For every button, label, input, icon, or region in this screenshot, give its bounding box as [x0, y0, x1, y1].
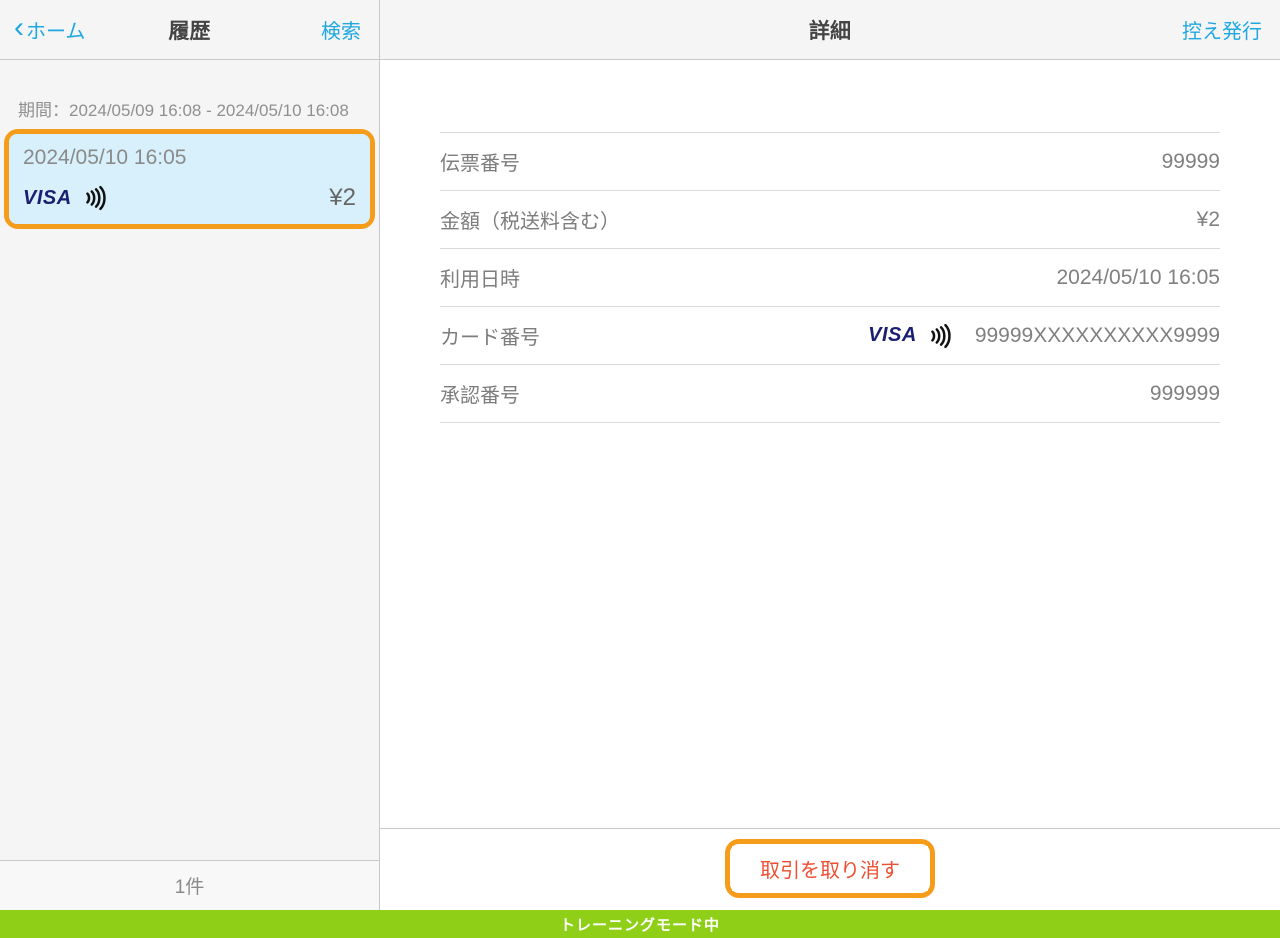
history-footer: 1件: [0, 860, 379, 910]
detail-row-label: 利用日時: [440, 263, 520, 292]
visa-logo-icon: VISA: [23, 187, 72, 210]
detail-row-value: 2024/05/10 16:05: [1057, 266, 1221, 290]
detail-row-value: VISA 99999XXXXXXXXXX9999: [868, 323, 1220, 349]
detail-row-value-text: 2024/05/10 16:05: [1057, 266, 1221, 290]
detail-row-value-text: 99999XXXXXXXXXX9999: [975, 324, 1220, 348]
detail-body: 伝票番号 99999 金額（税送料含む） ¥2 利用日時 2024/05/10 16:05…: [380, 60, 1280, 828]
transaction-item-highlight: 2024/05/10 16:05 VISA ¥2: [4, 129, 375, 229]
detail-row-label: カード番号: [440, 321, 540, 350]
search-label: 検索: [321, 15, 361, 44]
contactless-icon: [927, 323, 953, 349]
back-home-label: ホーム: [26, 15, 85, 44]
detail-row-value: 999999: [1150, 382, 1220, 406]
training-mode-banner: トレーニングモード中: [0, 910, 1280, 938]
detail-panel: 詳細 控え発行 伝票番号 99999 金額（税送料含む） ¥2 利用日時 2024/05/…: [380, 0, 1280, 910]
cancel-transaction-button[interactable]: 取引を取り消す: [732, 846, 928, 891]
detail-row: カード番号 VISA 99999XXXXXXXXXX9999: [440, 307, 1220, 365]
detail-row-value-text: ¥2: [1197, 208, 1220, 232]
chevron-left-icon: ‹: [14, 13, 24, 43]
transaction-item[interactable]: 2024/05/10 16:05 VISA ¥2: [9, 134, 370, 224]
detail-row-label: 伝票番号: [440, 147, 520, 176]
history-panel: ‹ ホーム 履歴 検索 期間：2024/05/09 16:08 - 2024/0…: [0, 0, 380, 910]
detail-row-value: 99999: [1162, 150, 1220, 174]
detail-title: 詳細: [380, 15, 1280, 45]
detail-row: 伝票番号 99999: [440, 132, 1220, 191]
cancel-transaction-label: 取引を取り消す: [760, 860, 900, 882]
period-label: 期間：2024/05/09 16:08 - 2024/05/10 16:08: [0, 60, 379, 129]
issue-receipt-label: 控え発行: [1182, 15, 1262, 44]
detail-row-label: 承認番号: [440, 379, 520, 408]
detail-row: 承認番号 999999: [440, 365, 1220, 423]
card-brand-icons: VISA: [868, 323, 953, 349]
detail-header: 詳細 控え発行: [380, 0, 1280, 60]
transaction-row: VISA ¥2: [23, 184, 356, 212]
detail-row-label: 金額（税送料含む）: [440, 205, 620, 234]
detail-footer: 取引を取り消す: [380, 828, 1280, 910]
search-button[interactable]: 検索: [321, 0, 361, 59]
transaction-date: 2024/05/10 16:05: [23, 146, 356, 170]
detail-row-value-text: 999999: [1150, 382, 1220, 406]
visa-logo-icon: VISA: [868, 324, 917, 347]
detail-row: 金額（税送料含む） ¥2: [440, 191, 1220, 249]
detail-row-value: ¥2: [1197, 208, 1220, 232]
detail-row-value-text: 99999: [1162, 150, 1220, 174]
issue-receipt-button[interactable]: 控え発行: [1182, 0, 1262, 59]
cancel-button-highlight: 取引を取り消す: [725, 839, 935, 898]
history-header: ‹ ホーム 履歴 検索: [0, 0, 379, 60]
transaction-list: 2024/05/10 16:05 VISA ¥2: [0, 129, 379, 860]
back-home-button[interactable]: ‹ ホーム: [14, 0, 85, 59]
contactless-icon: [82, 185, 108, 211]
detail-row: 利用日時 2024/05/10 16:05: [440, 249, 1220, 307]
transaction-amount: ¥2: [329, 184, 356, 212]
history-count: 1件: [175, 872, 205, 899]
training-mode-label: トレーニングモード中: [560, 914, 720, 935]
